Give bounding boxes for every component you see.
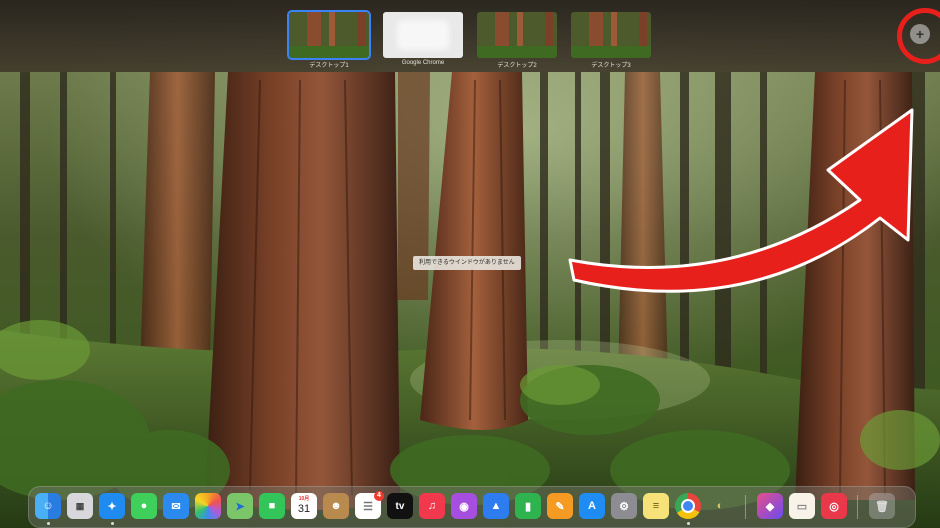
chrome-icon[interactable] (675, 493, 701, 519)
music-icon[interactable]: ♫ (419, 493, 445, 519)
system-settings-icon[interactable]: ⚙ (611, 493, 637, 519)
launchpad-icon[interactable]: ▦ (67, 493, 93, 519)
app-store-icon[interactable]: A (579, 493, 605, 519)
contacts-icon[interactable]: ☻ (323, 493, 349, 519)
numbers-icon[interactable]: ▮ (515, 493, 541, 519)
running-indicator (687, 522, 690, 525)
finder-icon[interactable]: ☺ (35, 493, 61, 519)
reminders-badge: 4 (374, 491, 384, 501)
no-windows-tooltip: 利用できるウインドウがありません (413, 256, 521, 270)
preview-icon[interactable]: ◐ (707, 493, 733, 519)
running-indicator (47, 522, 50, 525)
messages-icon[interactable]: ● (131, 493, 157, 519)
annotation-highlight-circle (897, 8, 940, 64)
running-indicator (111, 522, 114, 525)
shortcuts-icon[interactable]: ◆ (757, 493, 783, 519)
keynote-icon[interactable]: ▲ (483, 493, 509, 519)
facetime-icon[interactable]: ■ (259, 493, 285, 519)
calendar-day: 31 (297, 503, 311, 515)
textedit-icon[interactable]: ▭ (789, 493, 815, 519)
calendar-icon[interactable]: 10月 31 (291, 493, 317, 519)
mission-control-spaces-bar: デスクトップ1 Google Chrome デスクトップ2 デスクトップ3 + (0, 0, 940, 72)
pages-icon[interactable]: ✎ (547, 493, 573, 519)
reminders-icon[interactable]: ☰ 4 (355, 491, 384, 519)
apple-tv-icon[interactable]: tv (387, 493, 413, 519)
notes-icon[interactable]: ≡ (643, 493, 669, 519)
podcasts-icon[interactable]: ◉ (451, 493, 477, 519)
space-thumbnail-google-chrome[interactable] (383, 12, 463, 58)
mail-icon[interactable]: ✉ (163, 493, 189, 519)
dock-separator (857, 495, 858, 519)
space-label-desktop-3: デスクトップ3 (591, 63, 631, 69)
annotation-arrow (568, 108, 914, 293)
space-thumbnail-desktop-3[interactable] (571, 12, 651, 58)
maps-icon[interactable]: ➤ (227, 493, 253, 519)
space-thumbnail-desktop-2[interactable] (477, 12, 557, 58)
dock: ☺ ▦ ✦ ● ✉ ➤ ■ 10月 31 ☻ ☰ 4 tv ♫ ◉ ▲ ▮ ✎ A… (28, 486, 916, 528)
trash-icon[interactable]: 🗑 (869, 493, 895, 519)
space-thumbnail-desktop-1[interactable] (287, 10, 371, 60)
safari-icon[interactable]: ✦ (99, 493, 125, 519)
photo-booth-icon[interactable]: ◎ (821, 493, 847, 519)
photos-icon[interactable] (195, 493, 221, 519)
dock-separator (745, 495, 746, 519)
apple-tv-label: tv (395, 500, 405, 512)
